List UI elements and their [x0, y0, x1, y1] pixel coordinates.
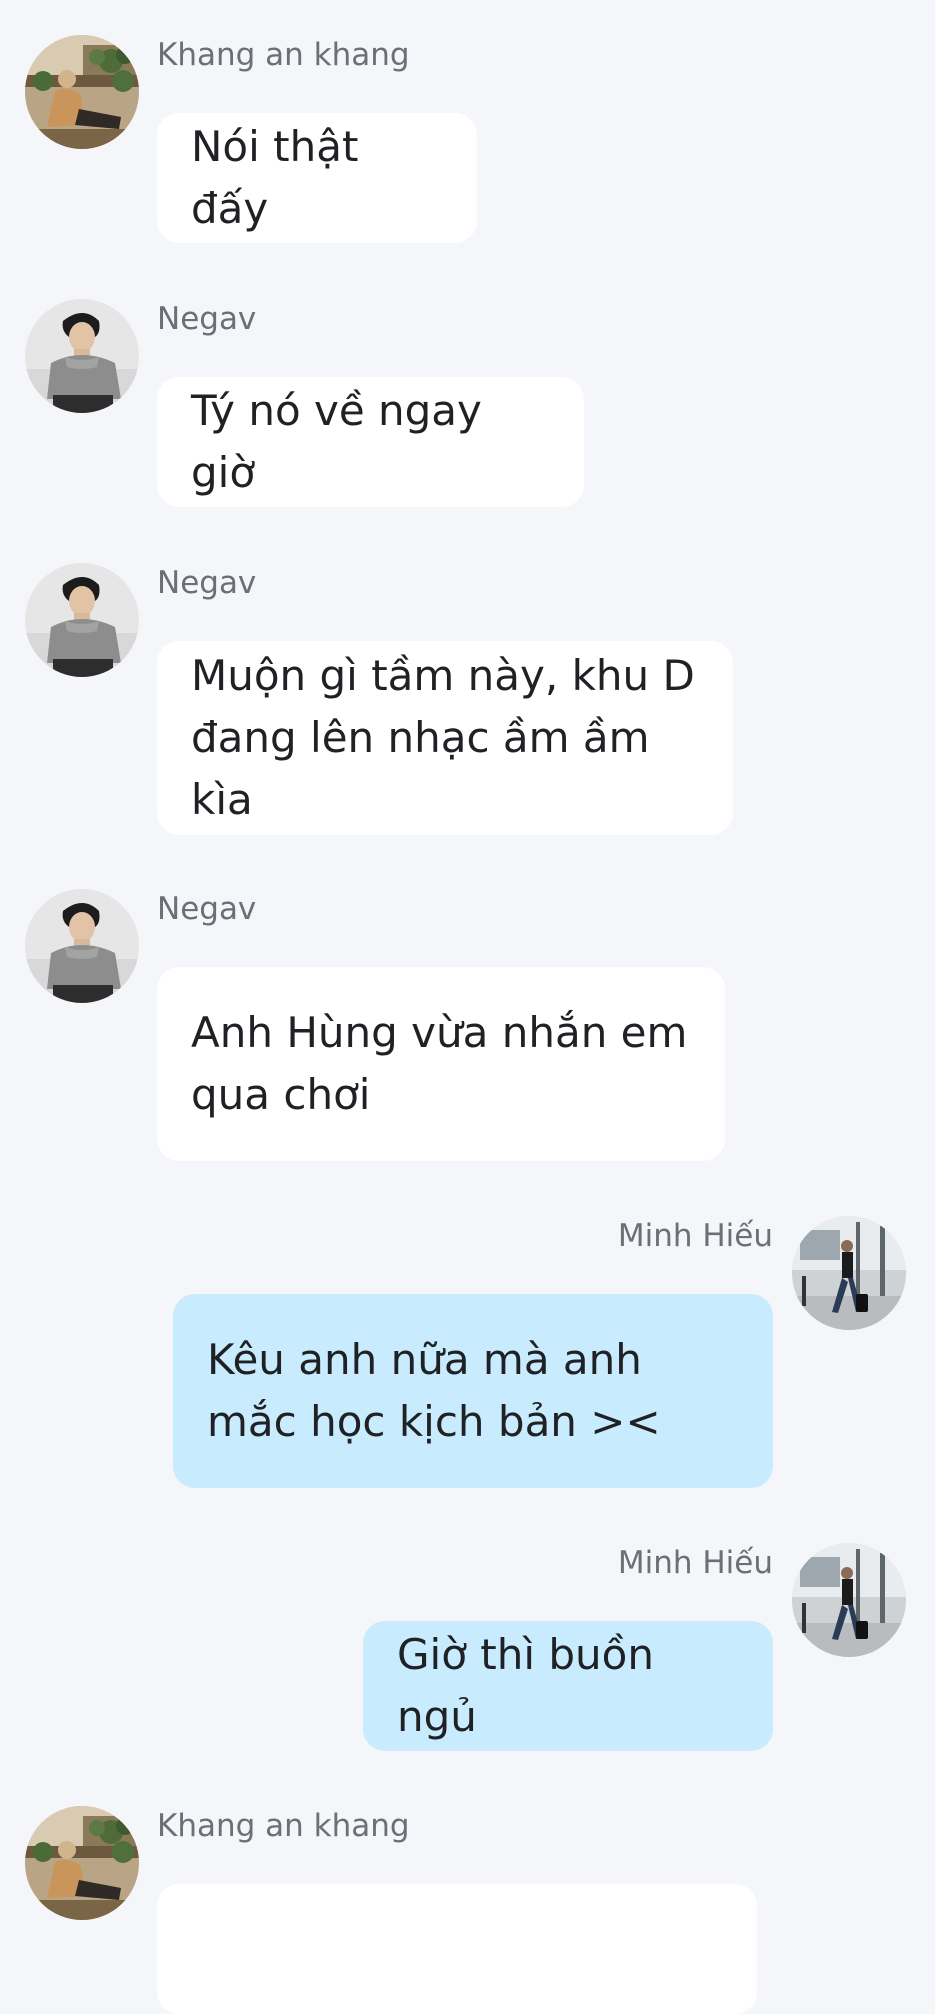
avatar-minhhieu-icon[interactable]: [792, 1216, 906, 1330]
message-bubble[interactable]: [157, 1884, 757, 2014]
message-bubble[interactable]: Muộn gì tầm này, khu D đang lên nhạc ầm …: [157, 641, 733, 835]
sender-name: Minh Hiếu: [617, 1545, 773, 1581]
avatar-negav-icon[interactable]: [25, 889, 139, 1003]
sender-name: Negav: [157, 565, 257, 601]
sender-name: Khang an khang: [157, 37, 410, 73]
avatar-minhhieu-icon[interactable]: [792, 1543, 906, 1657]
chat-message-list[interactable]: Khang an khang Nói thật đấy Negav Tý nó …: [0, 0, 935, 2014]
avatar-khang-icon[interactable]: [25, 35, 139, 149]
avatar-khang-icon[interactable]: [25, 1806, 139, 1920]
message-bubble[interactable]: Anh Hùng vừa nhắn em qua chơi: [157, 967, 725, 1161]
avatar-negav-icon[interactable]: [25, 563, 139, 677]
message-bubble[interactable]: Giờ thì buồn ngủ: [363, 1621, 773, 1751]
message-bubble[interactable]: Tý nó về ngay giờ: [157, 377, 584, 507]
avatar-negav-icon[interactable]: [25, 299, 139, 413]
sender-name: Khang an khang: [157, 1808, 410, 1844]
message-bubble[interactable]: Nói thật đấy: [157, 113, 477, 243]
message-bubble[interactable]: Kêu anh nữa mà anh mắc học kịch bản ><: [173, 1294, 773, 1488]
sender-name: Negav: [157, 301, 257, 337]
sender-name: Minh Hiếu: [617, 1218, 773, 1254]
sender-name: Negav: [157, 891, 257, 927]
